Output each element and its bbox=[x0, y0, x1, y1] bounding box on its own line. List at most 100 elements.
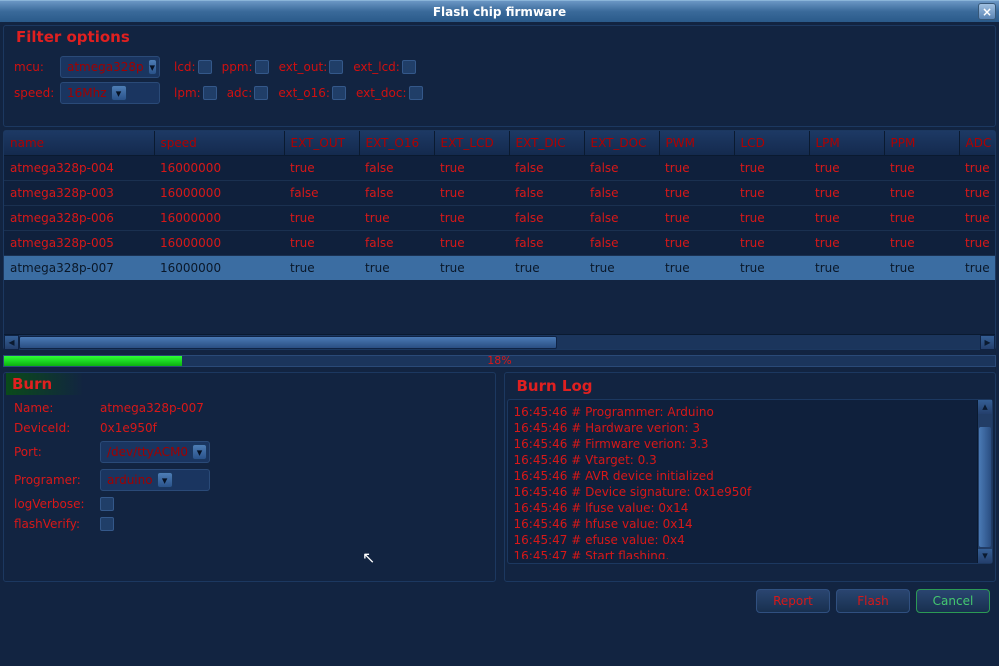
table-header[interactable]: PPM bbox=[884, 131, 959, 156]
scroll-up-icon[interactable]: ▴ bbox=[978, 400, 992, 414]
filter-checkbox[interactable] bbox=[198, 60, 212, 74]
table-cell: true bbox=[809, 256, 884, 281]
filter-check-label: ext_lcd: bbox=[351, 60, 400, 74]
scroll-track[interactable] bbox=[19, 335, 980, 350]
table-header[interactable]: LCD bbox=[734, 131, 809, 156]
table-header[interactable]: EXT_OUT bbox=[284, 131, 359, 156]
logverbose-checkbox[interactable] bbox=[100, 497, 114, 511]
filter-checkbox[interactable] bbox=[332, 86, 346, 100]
table-cell: false bbox=[509, 181, 584, 206]
filter-checkbox[interactable] bbox=[409, 86, 423, 100]
programmer-select[interactable]: arduino▾ bbox=[100, 469, 210, 491]
table-row[interactable]: atmega328p-00716000000truetruetruetruetr… bbox=[4, 256, 995, 281]
filter-checkbox[interactable] bbox=[255, 60, 269, 74]
table-cell: atmega328p-004 bbox=[4, 156, 154, 181]
table-header[interactable]: EXT_DOC bbox=[584, 131, 659, 156]
window-title: Flash chip firmware bbox=[0, 5, 999, 19]
table-cell: true bbox=[809, 156, 884, 181]
table-cell: true bbox=[884, 206, 959, 231]
table-cell: 16000000 bbox=[154, 156, 284, 181]
filter-row-1: mcu: atmega328p ▾ lcd:ppm:ext_out:ext_lc… bbox=[12, 56, 987, 78]
cancel-button[interactable]: Cancel bbox=[916, 589, 990, 613]
table-cell: atmega328p-006 bbox=[4, 206, 154, 231]
log-scroll-thumb[interactable] bbox=[979, 427, 991, 547]
log-line: 16:45:46 # Vtarget: 0.3 bbox=[514, 452, 976, 468]
filter-checkbox[interactable] bbox=[254, 86, 268, 100]
table-cell: true bbox=[959, 156, 995, 181]
port-select[interactable]: /dev/ttyACM0▾ bbox=[100, 441, 210, 463]
table-row[interactable]: atmega328p-00516000000truefalsetruefalse… bbox=[4, 231, 995, 256]
table-cell: true bbox=[284, 231, 359, 256]
burn-port-label: Port: bbox=[14, 445, 94, 459]
table-cell: false bbox=[359, 181, 434, 206]
flashverify-checkbox[interactable] bbox=[100, 517, 114, 531]
table-header[interactable]: LPM bbox=[809, 131, 884, 156]
table-header[interactable]: EXT_DIC bbox=[509, 131, 584, 156]
scroll-left-icon[interactable]: ◂ bbox=[4, 335, 19, 350]
filter-check-label: ext_out: bbox=[277, 60, 328, 74]
table-cell: false bbox=[359, 156, 434, 181]
table-header[interactable]: ADC bbox=[959, 131, 995, 156]
filter-row-2: speed: 16Mhz ▾ lpm:adc:ext_o16:ext_doc: bbox=[12, 82, 987, 104]
chevron-down-icon: ▾ bbox=[148, 59, 157, 75]
report-button[interactable]: Report bbox=[756, 589, 830, 613]
table-cell: true bbox=[884, 256, 959, 281]
progress-label: 18% bbox=[3, 353, 996, 367]
chevron-down-icon: ▾ bbox=[192, 444, 207, 460]
table-header[interactable]: speed bbox=[154, 131, 284, 156]
table-cell: true bbox=[959, 231, 995, 256]
flash-button[interactable]: Flash bbox=[836, 589, 910, 613]
speed-value: 16Mhz bbox=[67, 86, 107, 100]
table-row[interactable]: atmega328p-00616000000truetruetruefalsef… bbox=[4, 206, 995, 231]
log-title: Burn Log bbox=[513, 377, 597, 395]
log-line: 16:45:46 # hfuse value: 0x14 bbox=[514, 516, 976, 532]
table-scrollbar[interactable]: ◂ ▸ bbox=[4, 334, 995, 349]
filter-check-label: lpm: bbox=[172, 86, 201, 100]
table-cell: true bbox=[284, 256, 359, 281]
firmware-table: namespeedEXT_OUTEXT_O16EXT_LCDEXT_DICEXT… bbox=[3, 130, 996, 350]
scroll-thumb[interactable] bbox=[19, 336, 557, 349]
filter-check-label: lcd: bbox=[172, 60, 196, 74]
log-line: 16:45:46 # Hardware verion: 3 bbox=[514, 420, 976, 436]
burn-name-label: Name: bbox=[14, 401, 94, 415]
log-scrollbar[interactable]: ▴ ▾ bbox=[977, 400, 992, 563]
table-cell: false bbox=[584, 206, 659, 231]
table-cell: true bbox=[434, 206, 509, 231]
filter-checkbox[interactable] bbox=[329, 60, 343, 74]
log-line: 16:45:46 # lfuse value: 0x14 bbox=[514, 500, 976, 516]
footer: Report Flash Cancel bbox=[3, 585, 996, 619]
filter-body: mcu: atmega328p ▾ lcd:ppm:ext_out:ext_lc… bbox=[6, 28, 993, 110]
table-cell: true bbox=[509, 256, 584, 281]
table-cell: true bbox=[734, 256, 809, 281]
table-cell: true bbox=[884, 156, 959, 181]
close-button[interactable]: × bbox=[978, 3, 996, 20]
table-cell: false bbox=[509, 231, 584, 256]
table-cell: true bbox=[734, 156, 809, 181]
log-line: 16:45:46 # AVR device initialized bbox=[514, 468, 976, 484]
content: Filter options mcu: atmega328p ▾ lcd:ppm… bbox=[0, 22, 999, 666]
table-cell: false bbox=[509, 206, 584, 231]
table-cell: 16000000 bbox=[154, 181, 284, 206]
table-cell: 16000000 bbox=[154, 231, 284, 256]
table-header[interactable]: EXT_O16 bbox=[359, 131, 434, 156]
filter-check-label: ext_doc: bbox=[354, 86, 407, 100]
table-header[interactable]: name bbox=[4, 131, 154, 156]
filter-checkbox[interactable] bbox=[203, 86, 217, 100]
scroll-right-icon[interactable]: ▸ bbox=[980, 335, 995, 350]
speed-label: speed: bbox=[12, 86, 56, 100]
speed-select[interactable]: 16Mhz ▾ bbox=[60, 82, 160, 104]
table-header[interactable]: EXT_LCD bbox=[434, 131, 509, 156]
filter-title: Filter options bbox=[12, 28, 134, 46]
mcu-select[interactable]: atmega328p ▾ bbox=[60, 56, 160, 78]
titlebar: Flash chip firmware × bbox=[0, 0, 999, 22]
burn-title: Burn bbox=[6, 373, 92, 395]
table-cell: atmega328p-007 bbox=[4, 256, 154, 281]
filter-checkbox[interactable] bbox=[402, 60, 416, 74]
scroll-down-icon[interactable]: ▾ bbox=[978, 549, 992, 563]
firmware-table-inner: namespeedEXT_OUTEXT_O16EXT_LCDEXT_DICEXT… bbox=[4, 131, 995, 280]
burn-frame: Burn Name:atmega328p-007 DeviceId:0x1e95… bbox=[3, 372, 496, 582]
table-row[interactable]: atmega328p-00316000000falsefalsetruefals… bbox=[4, 181, 995, 206]
table-cell: false bbox=[359, 231, 434, 256]
table-header[interactable]: PWM bbox=[659, 131, 734, 156]
table-row[interactable]: atmega328p-00416000000truefalsetruefalse… bbox=[4, 156, 995, 181]
